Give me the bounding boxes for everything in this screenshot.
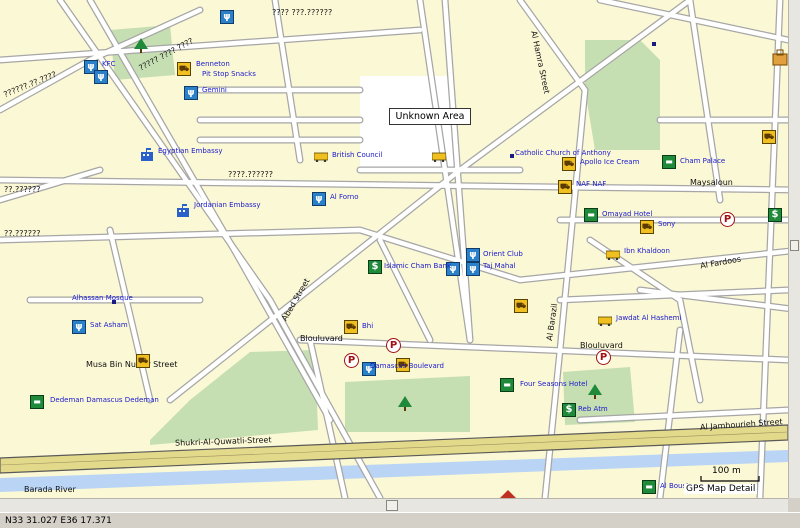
shopping-icon[interactable]: ⛟ [514,299,528,313]
bank-icon[interactable]: $ [768,208,782,222]
embassy-icon[interactable] [176,204,190,217]
poi-label-reb-atm: Reb Atm [578,405,608,413]
street-label-maysaloun: Maysaloun [690,178,733,187]
bank-icon[interactable]: $ [368,260,382,274]
poi-label-pit-stop: Pit Stop Snacks [202,70,256,78]
restaurant-icon[interactable]: ψ [466,248,480,262]
restaurant-icon[interactable]: ψ [184,86,198,100]
vertical-scroll-thumb[interactable] [790,240,799,251]
poi-label-sony: Sony [658,220,676,228]
coordinates-readout: N33 31.027 E36 17.371 [5,516,112,526]
scale-bar [700,476,760,482]
poi-label-jawdat: Jawdat Al Hashemi [616,314,682,322]
scale-label: 100 m [712,466,741,476]
shopping-icon[interactable]: ⛟ [562,157,576,171]
parking-icon[interactable]: P [596,350,611,365]
poi-label-apollo: Apollo Ice Cream [580,158,640,166]
poi-label-naf-naf: NAF NAF [576,180,607,188]
bus-icon[interactable] [432,152,446,162]
shopping-icon[interactable]: ⛟ [558,180,572,194]
shopping-icon[interactable]: ⛟ [344,320,358,334]
poi-label-catholic-church: Catholic Church of Anthony [515,149,611,157]
hotel-icon[interactable]: ▬ [584,208,598,222]
poi-label-omayad: Omayad Hotel [602,210,653,218]
bank-icon[interactable]: $ [562,403,576,417]
vertical-scrollbar[interactable] [788,0,800,498]
restaurant-icon[interactable]: ψ [220,10,234,24]
park-area [585,40,660,150]
point-marker [652,42,656,46]
bus-icon[interactable] [314,152,328,162]
map-detail-label: GPS Map Detail [684,484,758,494]
park-icon [134,38,148,53]
restaurant-icon[interactable]: ψ [312,192,326,206]
poi-label-damascus-boulevard: Damascus Boulevard [370,362,444,370]
poi-label-four-seasons: Four Seasons Hotel [520,380,588,388]
unknown-area-label: Unknown Area [389,108,471,125]
street-label-unknown: ??.?????? [4,229,41,238]
hotel-icon[interactable]: ▬ [30,395,44,409]
street-label-barada: Barada River [24,485,76,494]
street-label-unknown: ??.?????? [4,185,41,194]
poi-label-alhassan: Alhassan Mosque [72,294,133,302]
poi-label-benneton: Benneton [196,60,230,68]
poi-label-jordanian-embassy: Jordanian Embassy [194,201,261,209]
park-icon [398,396,412,411]
park-icon [588,384,602,399]
hotel-icon[interactable]: ▬ [662,155,676,169]
shopping-icon[interactable]: ⛟ [640,220,654,234]
shopping-icon[interactable]: ⛟ [136,354,150,368]
hotel-icon[interactable]: ▬ [642,480,656,494]
map-canvas[interactable]: Al Hamra Street Maysaloun Al Fardoos Abe… [0,0,788,498]
parking-icon[interactable]: P [386,338,401,353]
bus-icon[interactable] [598,316,612,326]
poi-label-sat-asham: Sat Asham [90,321,128,329]
poi-label-al-forno: Al Forno [330,193,359,201]
street-label-unknown: ???? ???.?????? [272,8,333,17]
restaurant-icon[interactable]: ψ [94,70,108,84]
poi-label-islamic-cham-bank: Islamic Cham Bank [384,262,452,270]
poi-label-bhi: Bhi [362,322,374,330]
poi-label-taj-mahal: Taj Mahal [483,262,516,270]
poi-label-dedeman: Dedeman Damascus Dedeman [50,396,159,404]
triangle-marker [500,490,516,498]
point-marker [510,154,514,158]
street-label-unknown: ????.?????? [228,170,274,179]
poi-label-kfc: KFC [102,60,116,68]
poi-label-orient-club: Orient Club [483,250,523,258]
status-bar: N33 31.027 E36 17.371 [0,512,800,528]
hotel-icon[interactable]: ▬ [500,378,514,392]
street-label-blouluvard-left: Blouluvard [300,334,343,343]
poi-label-british-council: British Council [332,151,383,159]
restaurant-icon[interactable]: ψ [466,262,480,276]
toolbox-icon[interactable] [772,48,788,66]
parking-icon[interactable]: P [720,212,735,227]
shopping-icon[interactable]: ⛟ [762,130,776,144]
street-label-musa-bin-nusair: Musa Bin Nusair Street [86,360,178,369]
poi-label-egyptian-embassy: Egyptian Embassy [158,147,223,155]
embassy-icon[interactable] [140,148,154,161]
poi-label-gemini: Gemini [202,86,227,94]
scrollbar-corner [788,498,800,512]
shopping-icon[interactable]: ⛟ [177,62,191,76]
bus-icon[interactable] [606,250,620,260]
poi-label-cham-palace: Cham Palace [680,157,726,165]
horizontal-scroll-thumb[interactable] [386,500,398,511]
parking-icon[interactable]: P [344,353,359,368]
restaurant-icon[interactable]: ψ [72,320,86,334]
horizontal-scrollbar[interactable] [0,498,788,512]
street-label-blouluvard-right: Blouluvard [580,341,623,350]
poi-label-ibn-khaldoon: Ibn Khaldoon [624,247,670,255]
